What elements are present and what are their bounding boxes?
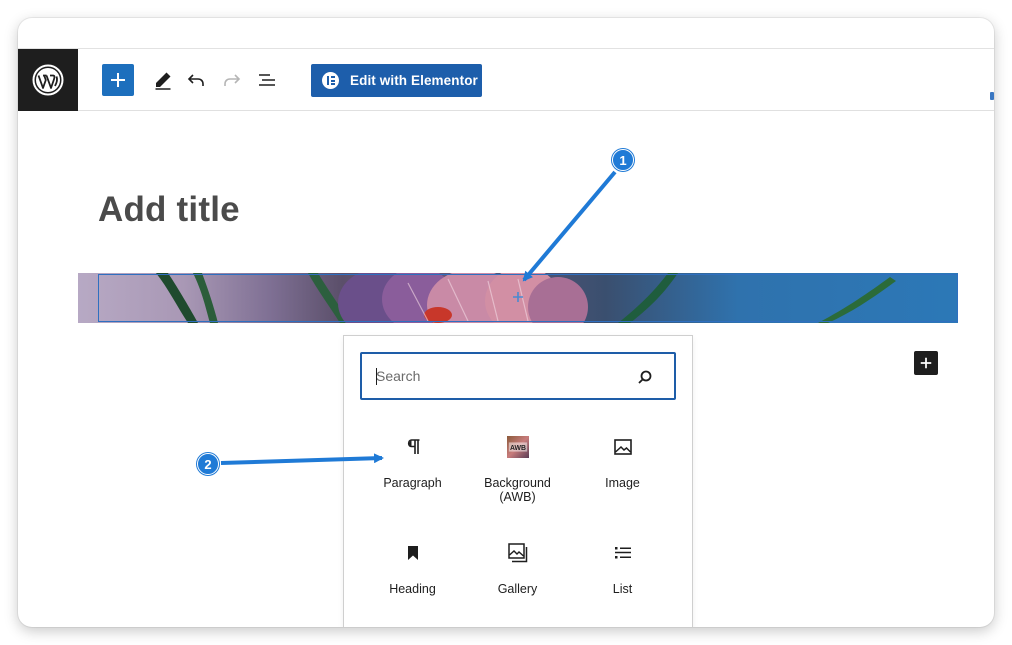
- block-image[interactable]: Image: [570, 436, 675, 532]
- plus-icon: [920, 357, 932, 369]
- edit-with-elementor-label: Edit with Elementor: [350, 73, 478, 88]
- heading-icon: [402, 542, 424, 564]
- callout-badge-1: 1: [612, 149, 634, 171]
- block-label: Gallery: [497, 582, 538, 596]
- redo-icon: [224, 74, 241, 86]
- block-paragraph[interactable]: Paragraph: [360, 436, 465, 532]
- block-label: Heading: [389, 582, 436, 596]
- elementor-icon: [322, 72, 339, 89]
- awb-icon: AWB: [507, 436, 529, 458]
- cover-block[interactable]: [78, 273, 958, 323]
- search-icon: [638, 370, 652, 384]
- redo-button[interactable]: [216, 64, 248, 96]
- block-search-box[interactable]: [360, 352, 676, 400]
- tools-button[interactable]: [147, 64, 179, 96]
- pencil-icon: [155, 72, 171, 90]
- block-label: List: [612, 582, 633, 596]
- list-view-icon: [259, 74, 275, 86]
- editor-window: Edit with Elementor Add title Search Par…: [18, 18, 994, 627]
- paragraph-icon: [402, 436, 424, 458]
- block-inserter-button[interactable]: [102, 64, 134, 96]
- undo-button[interactable]: [180, 64, 212, 96]
- undo-icon: [187, 74, 204, 86]
- block-label: Paragraph: [383, 476, 442, 490]
- block-gallery[interactable]: Gallery: [465, 542, 570, 627]
- plus-icon: [111, 73, 125, 87]
- block-label: Background (AWB): [484, 476, 551, 505]
- window-top-strip: [18, 18, 994, 49]
- gallery-icon: [507, 542, 529, 564]
- image-icon: [612, 436, 634, 458]
- svg-text:AWB: AWB: [510, 445, 526, 452]
- block-heading[interactable]: Heading: [360, 542, 465, 627]
- block-background-awb[interactable]: AWB Background (AWB): [465, 436, 570, 532]
- add-block-button[interactable]: [914, 351, 938, 375]
- block-label: Image: [605, 476, 640, 490]
- text-cursor: [376, 368, 377, 385]
- wordpress-logo-icon[interactable]: [18, 49, 78, 111]
- list-icon: [612, 542, 634, 564]
- editor-toolbar: Edit with Elementor: [18, 49, 994, 111]
- block-list[interactable]: List: [570, 542, 675, 627]
- quick-inserter-popover: Paragraph AWB Background (AWB): [343, 335, 693, 627]
- block-search-input[interactable]: [376, 368, 636, 384]
- post-title[interactable]: Add title: [98, 190, 240, 230]
- callout-badge-2: 2: [197, 453, 219, 475]
- list-view-button[interactable]: [251, 64, 283, 96]
- edit-with-elementor-button[interactable]: Edit with Elementor: [311, 64, 482, 97]
- settings-icon[interactable]: [990, 92, 994, 100]
